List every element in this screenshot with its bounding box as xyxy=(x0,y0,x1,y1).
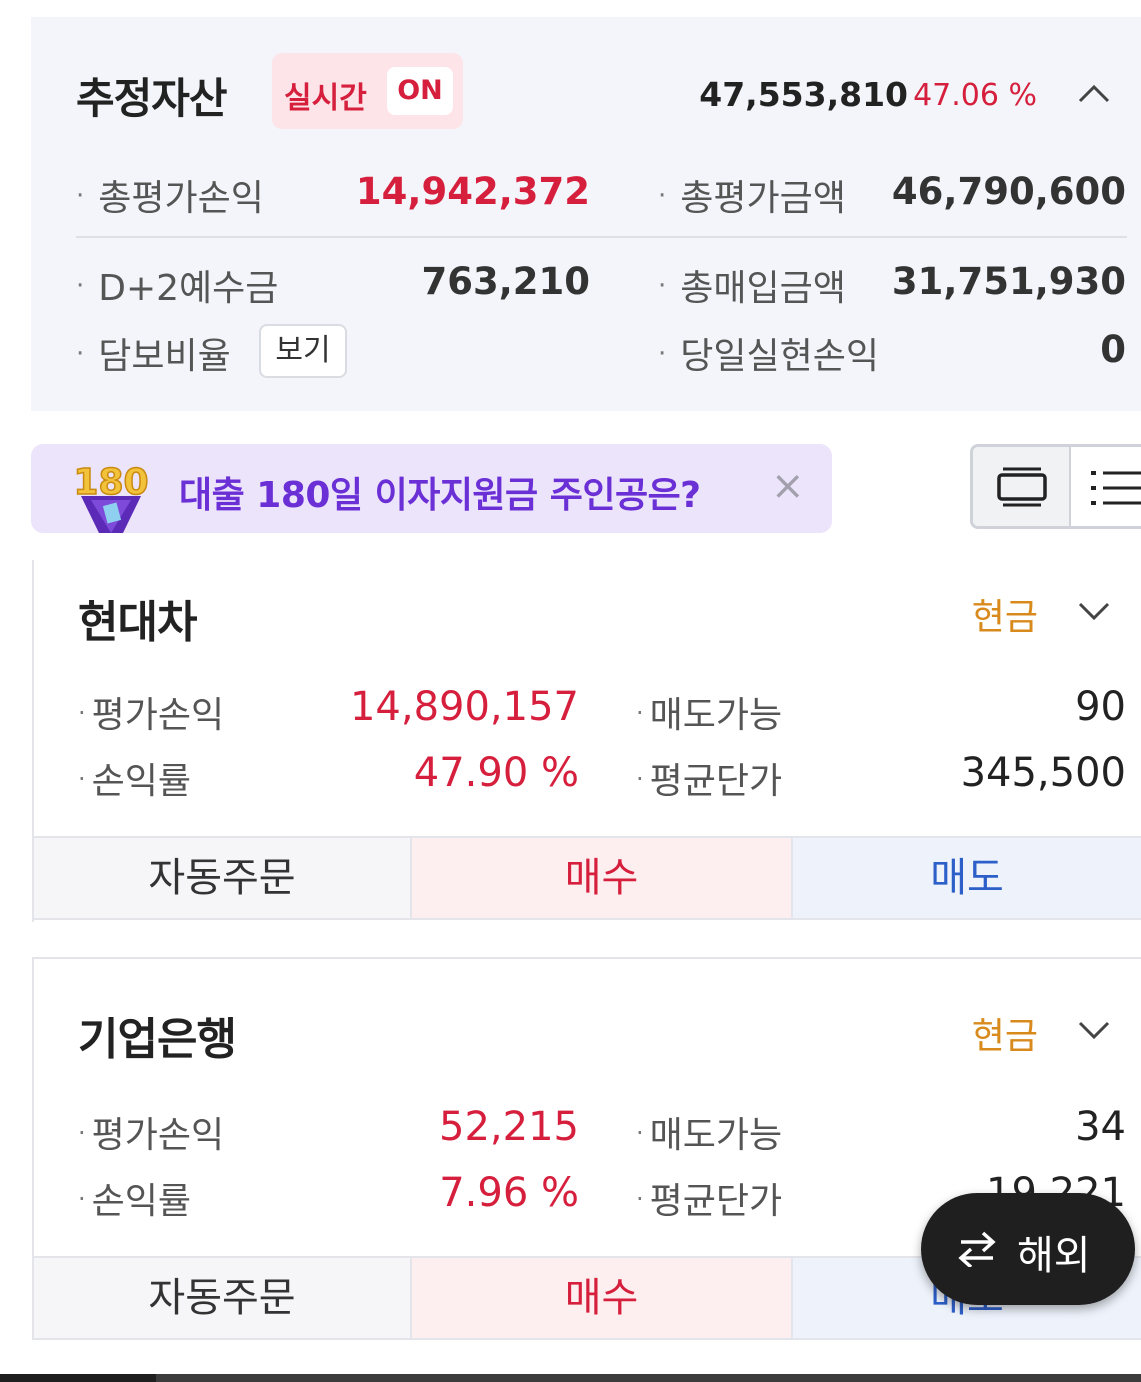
pl-label: · 평가손익 xyxy=(78,695,225,736)
order-button-row: 자동주문 매수 매도 xyxy=(34,836,1141,920)
pl-label: · 평가손익 xyxy=(78,1115,225,1156)
asset-summary-panel: 추정자산 실시간 ON 47,553,810 47.06 % · 총평가손익 14… xyxy=(31,17,1141,411)
eval-pl-label: · 총평가손익 xyxy=(76,178,264,219)
purchase-value: 31,751,930 xyxy=(891,260,1126,303)
account-type-label[interactable]: 현금 xyxy=(972,588,1038,640)
buy-button[interactable]: 매수 xyxy=(412,838,793,918)
chevron-down-icon[interactable] xyxy=(1077,596,1111,626)
summary-title: 추정자산 xyxy=(76,74,228,123)
holding-name: 기업은행 xyxy=(78,1014,237,1065)
avg-price-value: 345,500 xyxy=(960,750,1126,796)
sellable-label: · 매도가능 xyxy=(636,695,783,736)
collateral-view-button[interactable]: 보기 xyxy=(259,324,347,378)
account-type-label[interactable]: 현금 xyxy=(972,1007,1038,1059)
sellable-label: · 매도가능 xyxy=(636,1115,783,1156)
chevron-up-icon[interactable] xyxy=(1077,79,1111,109)
overseas-label: 해외 xyxy=(1017,1233,1091,1279)
auto-order-button[interactable]: 자동주문 xyxy=(34,838,412,918)
eval-amount-label: · 총평가금액 xyxy=(658,178,846,219)
overseas-switch-button[interactable]: 해외 xyxy=(921,1193,1135,1305)
promo-text: 대출 180일 이자지원금 주인공은? xyxy=(179,475,701,516)
summary-total: 47,553,810 xyxy=(699,75,908,114)
scroll-indicator-segment xyxy=(0,1374,156,1382)
realtime-label: 실시간 xyxy=(284,81,367,116)
realized-value: 0 xyxy=(1100,328,1126,371)
promo-banner[interactable]: 180 대출 180일 이자지원금 주인공은? × xyxy=(31,444,832,533)
card-view-icon xyxy=(997,467,1047,507)
sellable-value: 90 xyxy=(1075,684,1126,730)
rate-label: · 손익률 xyxy=(78,1181,192,1222)
swap-arrows-icon xyxy=(958,1231,996,1267)
bottom-scroll-indicator xyxy=(0,1374,1141,1382)
summary-divider xyxy=(76,236,1127,238)
auto-order-button[interactable]: 자동주문 xyxy=(34,1258,412,1338)
pl-value: 14,890,157 xyxy=(349,684,579,730)
collateral-label: · 담보비율 xyxy=(76,336,231,377)
avg-price-label: · 평균단가 xyxy=(636,761,783,802)
eval-pl-value: 14,942,372 xyxy=(355,170,590,213)
chevron-down-icon[interactable] xyxy=(1077,1015,1111,1045)
sellable-value: 34 xyxy=(1075,1104,1126,1150)
sell-button[interactable]: 매도 xyxy=(793,838,1141,918)
promo-180-badge-icon: 180 xyxy=(73,461,149,533)
view-mode-toggle xyxy=(970,444,1141,529)
deposit-label: · D+2예수금 xyxy=(76,268,279,309)
holding-name: 현대차 xyxy=(78,597,197,648)
deposit-value: 763,210 xyxy=(421,260,590,303)
realtime-toggle[interactable]: 실시간 ON xyxy=(272,53,463,129)
buy-button[interactable]: 매수 xyxy=(412,1258,793,1338)
purchase-label: · 총매입금액 xyxy=(658,268,846,309)
eval-amount-value: 46,790,600 xyxy=(891,170,1126,213)
summary-rate: 47.06 % xyxy=(913,78,1037,113)
avg-price-label: · 평균단가 xyxy=(636,1181,783,1222)
promo-badge-text: 180 xyxy=(73,462,148,503)
rate-value: 47.90 % xyxy=(413,750,579,796)
realtime-state: ON xyxy=(387,67,453,115)
realized-label: · 당일실현손익 xyxy=(658,336,879,377)
card-view-button[interactable] xyxy=(973,447,1071,526)
list-view-icon[interactable] xyxy=(1091,465,1141,511)
pl-value: 52,215 xyxy=(439,1104,579,1150)
rate-label: · 손익률 xyxy=(78,761,192,802)
promo-close-button[interactable]: × xyxy=(771,464,805,508)
rate-value: 7.96 % xyxy=(439,1170,579,1216)
holding-card[interactable]: 현대차 현금 · 평가손익 14,890,157 · 매도가능 90 · 손익률 47… xyxy=(32,560,1141,922)
